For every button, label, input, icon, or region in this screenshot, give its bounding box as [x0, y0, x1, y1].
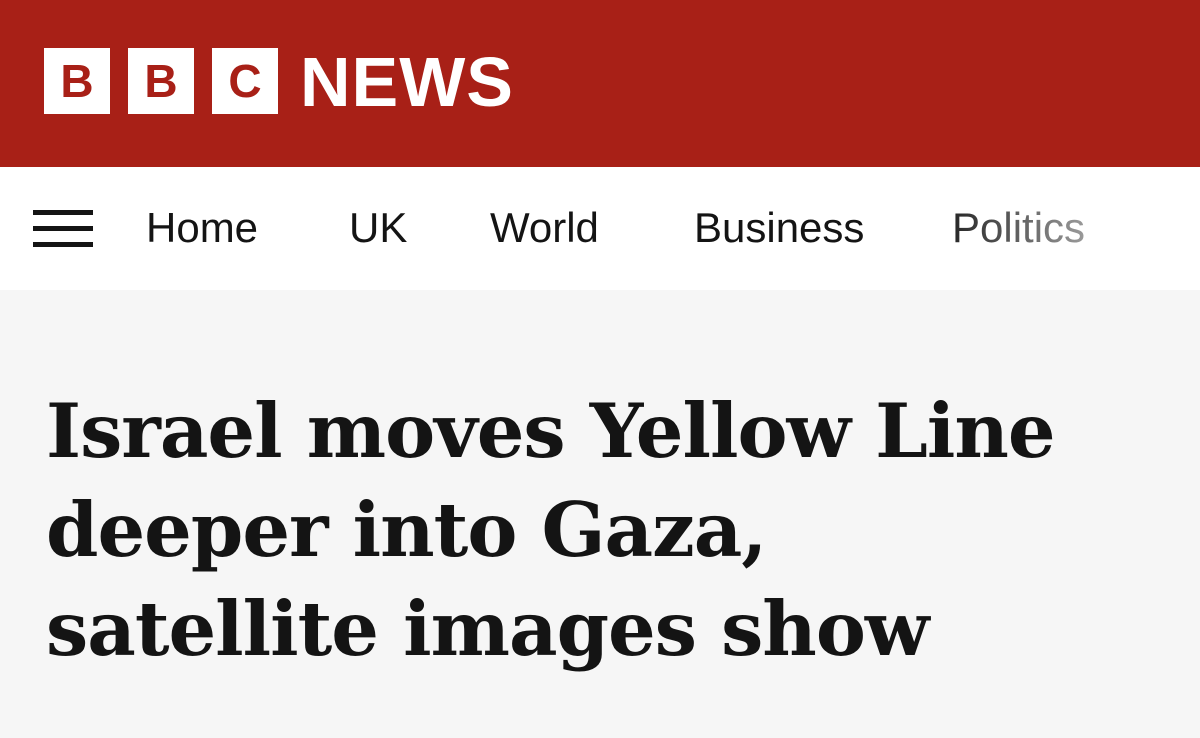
nav-item-business[interactable]: Business [694, 203, 864, 253]
headline-line: deeper into Gaza, [46, 486, 767, 574]
nav-item-world[interactable]: World [490, 203, 599, 253]
headline-line: Israel moves Yellow Line [46, 387, 1056, 475]
menu-line [33, 242, 93, 247]
hamburger-menu-icon[interactable] [33, 208, 93, 250]
logo-block-b2: B [128, 48, 194, 114]
navigation-bar: Home UK World Business Politics [0, 167, 1200, 290]
nav-item-uk[interactable]: UK [349, 203, 407, 253]
bbc-news-logo[interactable]: B B C NEWS [44, 43, 514, 121]
logo-block-c: C [212, 48, 278, 114]
article-headline: Israel moves Yellow Line deeper into Gaz… [46, 382, 1166, 679]
nav-item-home[interactable]: Home [146, 203, 258, 253]
masthead: B B C NEWS [0, 0, 1200, 167]
headline-line: satellite images show [46, 585, 929, 673]
menu-line [33, 210, 93, 215]
menu-line [33, 226, 93, 231]
nav-item-politics[interactable]: Politics [952, 203, 1085, 253]
logo-block-b1: B [44, 48, 110, 114]
logo-news-word: NEWS [300, 43, 514, 121]
